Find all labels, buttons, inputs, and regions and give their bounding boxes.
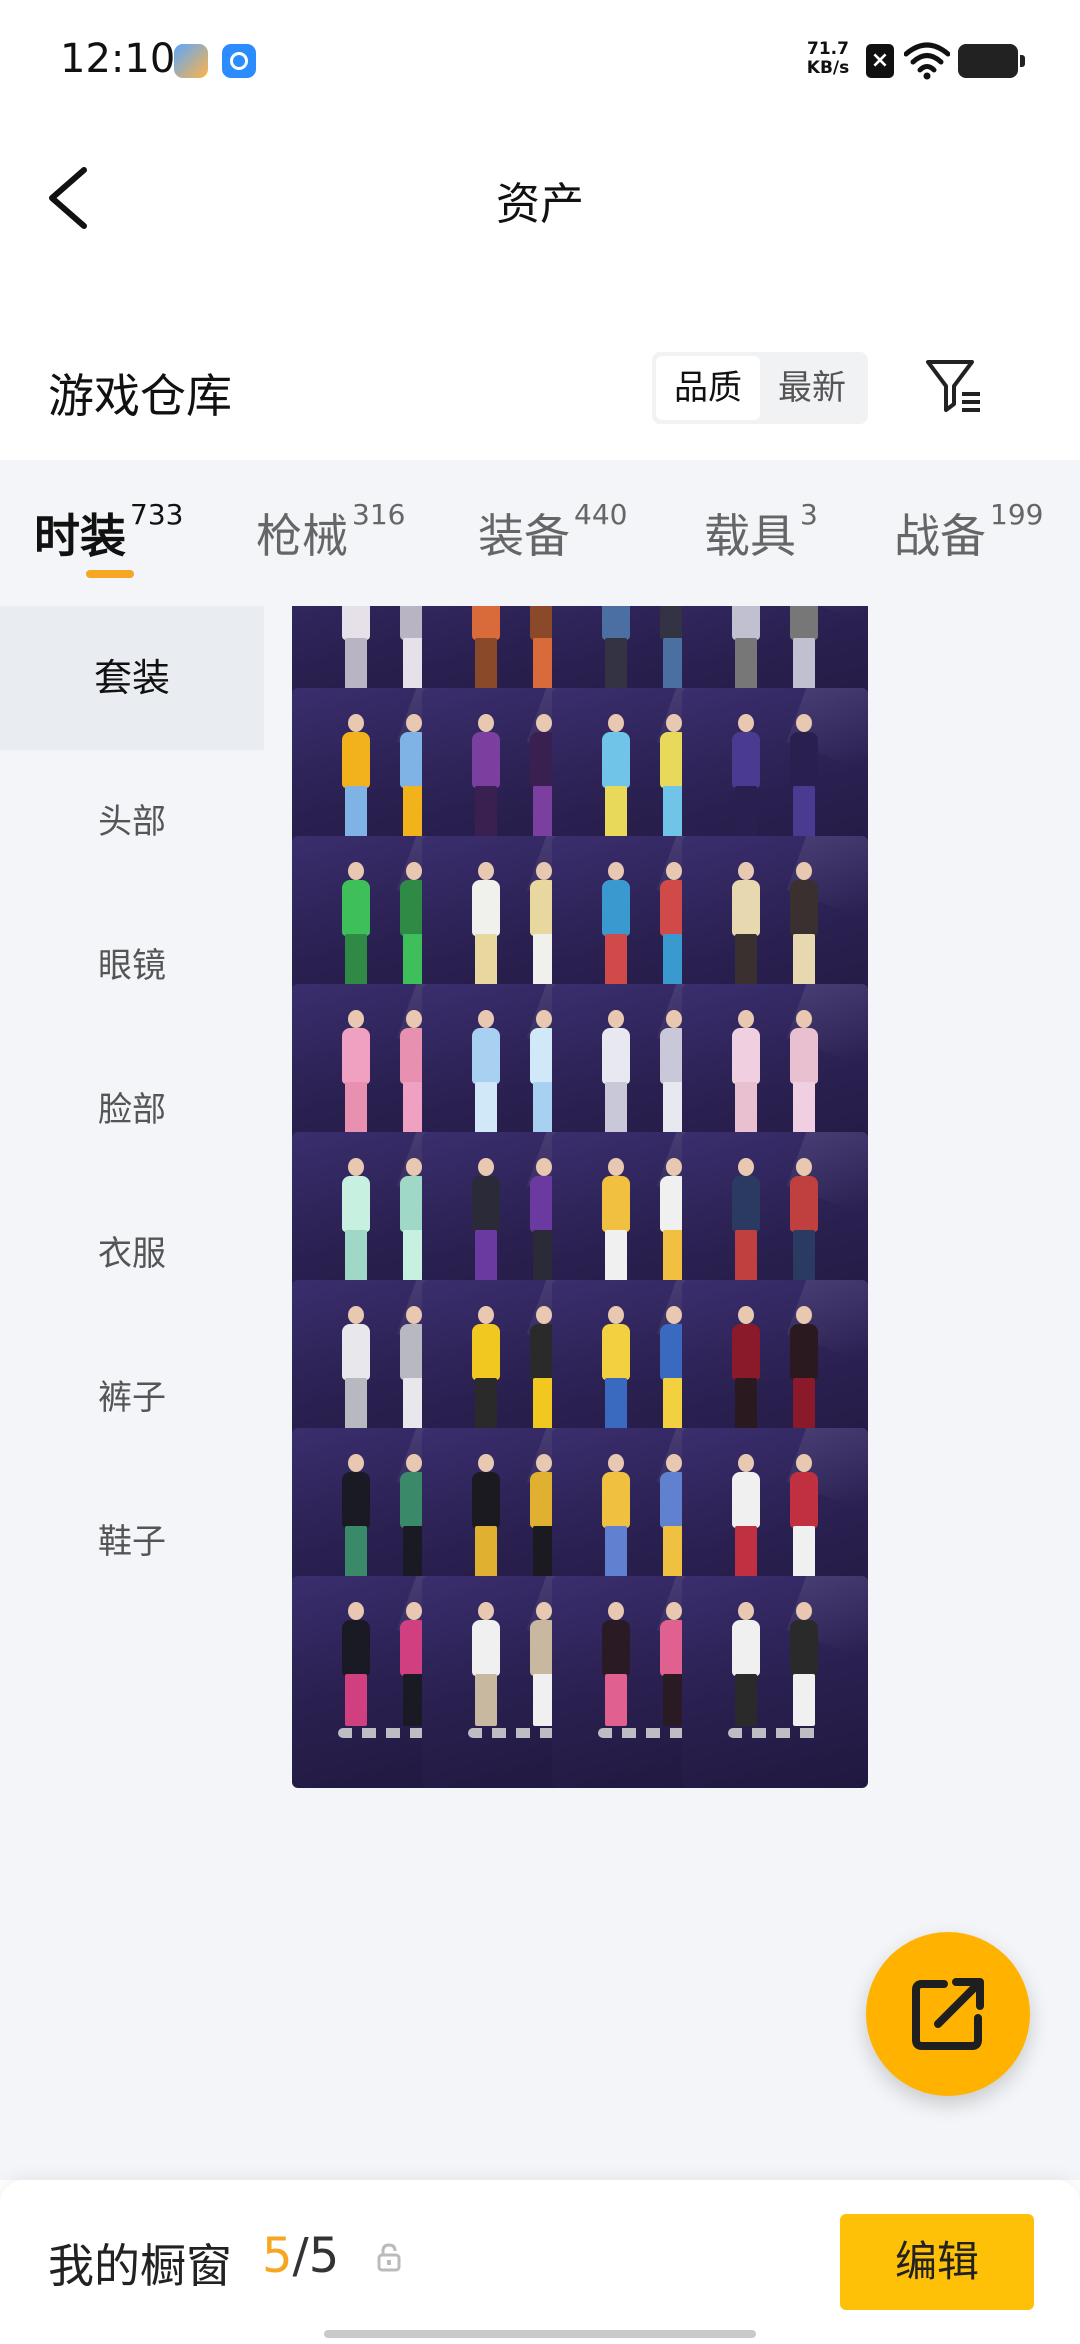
outfit-figure — [726, 1010, 766, 1140]
outfit-figure — [596, 1158, 636, 1288]
tab-battle-gear[interactable]: 战备 199 — [894, 498, 1044, 566]
sort-quality-button[interactable]: 品质 — [656, 356, 760, 420]
category-tabs: 时装 733 枪械 316 装备 440 载具 3 战备 199 — [0, 460, 1080, 606]
tab-count: 733 — [130, 498, 184, 531]
no-sim-icon: × — [866, 44, 894, 78]
outfit-figure — [726, 1158, 766, 1288]
outfit-figure — [784, 1306, 824, 1436]
outfit-figure — [726, 714, 766, 844]
tab-label: 枪械 — [256, 509, 348, 563]
outfit-figure — [784, 1602, 824, 1732]
shoes-preview — [598, 1728, 694, 1738]
outfit-figure — [726, 1454, 766, 1584]
network-speed-unit: KB/s — [806, 58, 850, 78]
sidebar-item-face[interactable]: 脸部 — [0, 1038, 264, 1182]
outfit-figure — [336, 714, 376, 844]
outfit-figure — [466, 862, 506, 992]
outfit-figure — [726, 1602, 766, 1732]
tab-fashion[interactable]: 时装 733 — [34, 498, 184, 566]
outfit-figure — [726, 862, 766, 992]
tab-vehicles[interactable]: 载具 3 — [704, 498, 818, 566]
sort-newest-button[interactable]: 最新 — [760, 356, 864, 420]
outfit-figure — [466, 606, 506, 696]
sidebar-item-shoes[interactable]: 鞋子 — [0, 1470, 264, 1614]
browser-icon — [222, 44, 256, 78]
outfit-figure — [466, 1158, 506, 1288]
sidebar-item-pants[interactable]: 裤子 — [0, 1326, 264, 1470]
tab-guns[interactable]: 枪械 316 — [256, 498, 406, 566]
assets-screen: 12:10 71.7 KB/s × 资产 游戏仓库 品质 最新 时装 733 枪… — [0, 0, 1080, 2344]
tab-label: 装备 — [478, 509, 570, 563]
outfit-figure — [726, 1306, 766, 1436]
shoes-preview — [728, 1728, 824, 1738]
item-card[interactable] — [682, 1576, 868, 1788]
outfit-figure — [336, 1602, 376, 1732]
edit-button[interactable]: 编辑 — [840, 2214, 1034, 2310]
filter-icon[interactable] — [922, 354, 986, 418]
outfit-figure — [336, 1158, 376, 1288]
tab-count: 3 — [800, 498, 818, 531]
wifi-icon — [904, 42, 950, 80]
outfit-figure — [596, 606, 636, 696]
outfit-figure — [466, 1010, 506, 1140]
outfit-figure — [466, 1306, 506, 1436]
sidebar-item-clothes[interactable]: 衣服 — [0, 1182, 264, 1326]
tab-label: 时装 — [34, 509, 126, 563]
outfit-figure — [596, 1602, 636, 1732]
subcategory-sidebar: 套装 头部 眼镜 脸部 衣服 裤子 鞋子 — [0, 606, 264, 2180]
warehouse-title: 游戏仓库 — [48, 369, 232, 423]
sidebar-item-glasses[interactable]: 眼镜 — [0, 894, 264, 1038]
share-external-icon — [912, 1978, 984, 2050]
outfit-figure — [596, 1010, 636, 1140]
tab-label: 战备 — [894, 509, 986, 563]
outfit-figure — [336, 606, 376, 696]
showcase-bar: 我的橱窗 5/5 编辑 — [0, 2180, 1080, 2344]
outfit-figure — [466, 1602, 506, 1732]
network-speed: 71.7 KB/s — [800, 40, 856, 78]
outfit-figure — [784, 1454, 824, 1584]
status-bar: 12:10 71.7 KB/s × — [0, 0, 1080, 120]
outfit-figure — [726, 606, 766, 696]
outfit-figure — [784, 1010, 824, 1140]
tab-label: 载具 — [704, 509, 796, 563]
showcase-total: 5 — [308, 2228, 340, 2284]
outfit-figure — [466, 714, 506, 844]
outfit-figure — [784, 862, 824, 992]
tab-count: 199 — [990, 498, 1044, 531]
tab-count: 316 — [352, 498, 406, 531]
outfit-figure — [596, 714, 636, 844]
tab-equipment[interactable]: 装备 440 — [478, 498, 628, 566]
lock-icon — [377, 2243, 401, 2272]
tab-count: 440 — [574, 498, 628, 531]
outfit-figure — [336, 1306, 376, 1436]
app-icon — [174, 44, 208, 78]
status-time: 12:10 — [60, 36, 176, 82]
outfit-figure — [596, 862, 636, 992]
battery-icon — [958, 44, 1025, 78]
active-tab-indicator — [86, 570, 134, 578]
shoes-preview — [468, 1728, 564, 1738]
showcase-label: 我的橱窗 — [48, 2239, 232, 2293]
home-indicator — [324, 2330, 756, 2338]
sort-toggle: 品质 最新 — [652, 352, 868, 424]
outfit-figure — [466, 1454, 506, 1584]
network-speed-value: 71.7 — [807, 39, 849, 59]
outfit-figure — [336, 1454, 376, 1584]
showcase-separator: / — [292, 2228, 309, 2284]
outfit-figure — [336, 862, 376, 992]
sidebar-item-suits[interactable]: 套装 — [0, 606, 264, 750]
outfit-figure — [784, 714, 824, 844]
outfit-figure — [336, 1010, 376, 1140]
outfit-figure — [784, 606, 824, 696]
sidebar-item-head[interactable]: 头部 — [0, 750, 264, 894]
showcase-current: 5 — [262, 2228, 293, 2284]
outfit-figure — [596, 1306, 636, 1436]
share-fab[interactable] — [866, 1932, 1030, 2096]
page-title: 资产 — [496, 179, 584, 230]
showcase-count: 5/5 — [262, 2228, 339, 2284]
shoes-preview — [338, 1728, 434, 1738]
outfit-figure — [784, 1158, 824, 1288]
outfit-figure — [596, 1454, 636, 1584]
